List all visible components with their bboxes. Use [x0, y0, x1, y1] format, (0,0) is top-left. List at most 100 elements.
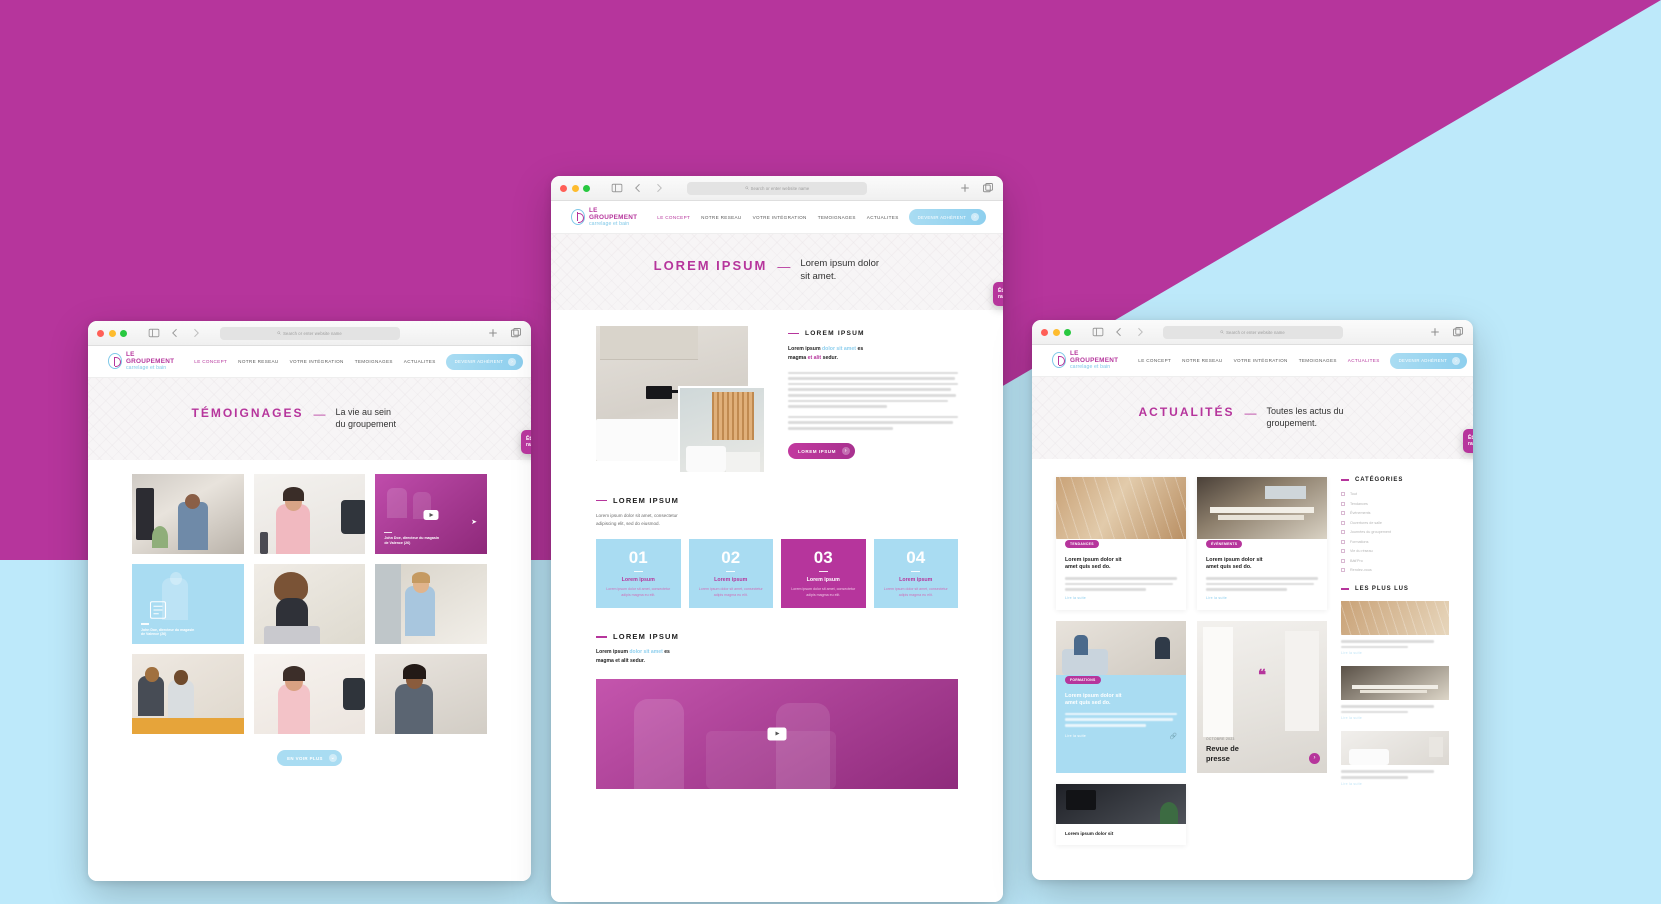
checkbox-icon[interactable] [1341, 520, 1345, 525]
nav-item-votre-integration[interactable]: VOTRE INTÉGRATION [290, 359, 344, 364]
category-item[interactable]: Bâti'Pro [1341, 558, 1449, 563]
nav-item-votre-integration[interactable]: VOTRE INTÉGRATION [1234, 358, 1288, 363]
category-item[interactable]: Tendances [1341, 501, 1449, 506]
checkbox-icon[interactable] [1341, 568, 1345, 572]
site-logo[interactable]: LE GROUPEMENT carrelage et bain [1052, 350, 1120, 370]
category-item[interactable]: Journées du groupement [1341, 530, 1449, 534]
news-read-more-link[interactable]: Lire la suite [1206, 596, 1318, 600]
checkbox-icon[interactable] [1341, 511, 1345, 515]
news-tag[interactable]: FORMATIONS [1065, 675, 1101, 684]
popular-item[interactable]: Lire la suite [1341, 601, 1449, 655]
popular-item-link[interactable]: Lire la suite [1341, 651, 1449, 655]
nav-cta-devenir-adherent[interactable]: DEVENIR ADHÉRENT › [908, 209, 987, 225]
category-item[interactable]: Vie du réseau [1341, 549, 1449, 553]
category-item[interactable]: Tout [1341, 492, 1449, 496]
step-card-04[interactable]: 04 Lorem ipsum Lorem ipsum dolor sit ame… [873, 539, 958, 609]
site-logo[interactable]: LE GROUPEMENT carrelage et bain [108, 351, 176, 371]
forward-button[interactable] [1134, 326, 1146, 338]
nav-item-actualites[interactable]: ACTUALITES [1348, 358, 1380, 363]
address-bar[interactable]: Search or enter website name [687, 181, 867, 195]
nav-item-actualites[interactable]: ACTUALITES [867, 215, 899, 220]
site-logo[interactable]: LE GROUPEMENT carrelage et bain [571, 207, 639, 227]
news-read-more-link[interactable]: Lire la suite [1065, 596, 1177, 600]
popular-item-link[interactable]: Lire la suite [1341, 782, 1449, 786]
checkbox-icon[interactable] [1341, 501, 1345, 506]
testimonial-tile[interactable] [253, 564, 366, 644]
testimonial-tile[interactable] [253, 654, 366, 734]
play-icon[interactable] [767, 727, 787, 741]
news-card[interactable]: Lorem ipsum dolor sit [1056, 783, 1186, 845]
traffic-lights[interactable] [560, 184, 590, 192]
nav-item-notre-reseau[interactable]: NOTRE RESEAU [1182, 358, 1222, 363]
browser-window-actualites[interactable]: Search or enter website name LE GROUPEME… [1032, 320, 1473, 880]
testimonial-video-tile[interactable]: John Doe, directeur du magasin de Valenc… [375, 474, 487, 554]
nav-item-notre-reseau[interactable]: NOTRE RESEAU [701, 215, 741, 220]
sidebar-toggle-icon[interactable] [611, 182, 623, 194]
sidebar-toggle-icon[interactable] [148, 327, 160, 339]
news-tag[interactable]: TENDANCES [1065, 539, 1099, 549]
address-bar[interactable]: Search or enter website name [1162, 325, 1343, 339]
step-card-02[interactable]: 02 Lorem ipsum Lorem ipsum dolor sit ame… [688, 539, 773, 609]
new-tab-button[interactable] [959, 182, 971, 194]
checkbox-icon[interactable] [1341, 549, 1345, 553]
recall-floating-tab[interactable]: Être rappelé [993, 282, 1003, 306]
maximize-window-button[interactable] [1064, 328, 1071, 336]
sidebar-toggle-icon[interactable] [1092, 326, 1104, 338]
show-tabs-button[interactable] [982, 182, 994, 194]
testimonial-tile[interactable] [132, 654, 244, 734]
maximize-window-button[interactable] [583, 184, 590, 192]
forward-button[interactable] [653, 182, 665, 194]
step-card-03[interactable]: 03 Lorem ipsum Lorem ipsum dolor sit ame… [781, 539, 866, 609]
nav-cta-devenir-adherent[interactable]: DEVENIR ADHÉRENT › [445, 353, 524, 370]
recall-floating-tab[interactable]: Être rappelé [1463, 429, 1473, 453]
minimize-window-button[interactable] [1052, 328, 1060, 336]
intro-cta-button[interactable]: LOREM IPSUM › [788, 443, 855, 460]
testimonial-tile[interactable] [132, 474, 244, 554]
back-button[interactable] [632, 182, 644, 194]
load-more-button[interactable]: EN VOIR PLUS ⌄ [277, 750, 342, 766]
testimonial-tile[interactable] [375, 654, 487, 734]
close-window-button[interactable] [1041, 328, 1048, 336]
checkbox-icon[interactable] [1341, 558, 1345, 563]
show-tabs-button[interactable] [510, 327, 522, 339]
news-card[interactable]: ÉVÉNEMENTS Lorem ipsum dolor sit amet qu… [1197, 477, 1327, 610]
category-item[interactable]: Formations [1341, 539, 1449, 544]
new-tab-button[interactable] [1429, 326, 1441, 338]
category-item[interactable]: Rendez-vous [1341, 568, 1449, 572]
close-window-button[interactable] [560, 184, 567, 192]
nav-item-temoignages[interactable]: TEMOIGNAGES [1299, 358, 1337, 363]
show-tabs-button[interactable] [1452, 326, 1464, 338]
recall-floating-tab[interactable]: Être rappelé [521, 430, 531, 454]
video-thumbnail[interactable] [596, 678, 958, 789]
nav-item-le-concept[interactable]: LE CONCEPT [194, 359, 227, 364]
traffic-lights[interactable] [1041, 328, 1071, 336]
nav-item-temoignages[interactable]: TEMOIGNAGES [818, 215, 856, 220]
traffic-lights[interactable] [97, 329, 127, 337]
checkbox-icon[interactable] [1341, 530, 1345, 534]
close-window-button[interactable] [97, 329, 104, 337]
address-bar[interactable]: Search or enter website name [219, 326, 400, 340]
press-review-next-button[interactable]: › [1309, 752, 1320, 764]
news-read-more-link[interactable]: Lire la suite [1065, 734, 1086, 738]
nav-item-notre-reseau[interactable]: NOTRE RESEAU [238, 359, 278, 364]
minimize-window-button[interactable] [571, 184, 579, 192]
category-item[interactable]: Événements [1341, 511, 1449, 515]
testimonial-tile[interactable] [253, 474, 366, 554]
testimonial-tile[interactable] [375, 564, 487, 644]
popular-item[interactable]: Lire la suite [1341, 731, 1449, 786]
nav-item-temoignages[interactable]: TEMOIGNAGES [355, 359, 393, 364]
back-button[interactable] [169, 327, 181, 339]
checkbox-icon[interactable] [1341, 492, 1345, 496]
news-tag[interactable]: ÉVÉNEMENTS [1206, 539, 1243, 549]
back-button[interactable] [1113, 326, 1125, 338]
nav-item-actualites[interactable]: ACTUALITES [404, 359, 436, 364]
play-icon[interactable] [423, 510, 439, 520]
new-tab-button[interactable] [487, 327, 499, 339]
step-card-01[interactable]: 01 Lorem ipsum Lorem ipsum dolor sit ame… [596, 539, 681, 609]
nav-item-votre-integration[interactable]: VOTRE INTÉGRATION [753, 215, 807, 220]
nav-cta-devenir-adherent[interactable]: DEVENIR ADHÉRENT › [1389, 352, 1468, 369]
browser-window-temoignages[interactable]: Search or enter website name LE GROUPEME… [88, 321, 531, 881]
minimize-window-button[interactable] [108, 329, 116, 337]
forward-button[interactable] [190, 327, 202, 339]
nav-item-le-concept[interactable]: LE CONCEPT [1138, 358, 1171, 363]
